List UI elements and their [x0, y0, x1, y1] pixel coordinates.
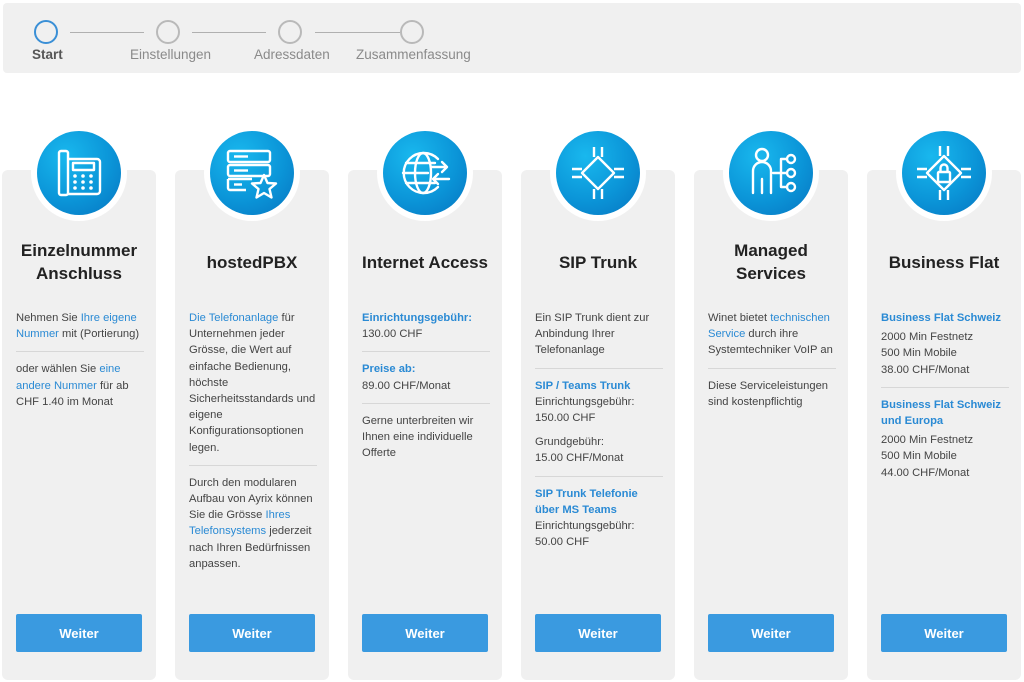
card-description: Ein SIP Trunk dient zur Anbindung Ihrer …: [535, 310, 663, 550]
chip-icon: [572, 147, 624, 199]
card-title: Einzelnummer Anschluss: [20, 241, 138, 283]
card-description: Business Flat Schweiz 2000 Min Festnetz …: [881, 310, 1009, 481]
step-circle: [156, 20, 180, 44]
weiter-button[interactable]: Weiter: [708, 614, 834, 652]
step-label: Start: [32, 47, 63, 62]
product-card-hostedpbx: hostedPBX Die Telefonanlage für Unterneh…: [175, 170, 329, 680]
card-description: Nehmen Sie Ihre eigene Nummer mit (Porti…: [16, 310, 144, 410]
person-network-icon: [751, 147, 797, 195]
setup-fee-label: Einrichtungsgebühr:: [362, 312, 473, 324]
product-card-business-flat: Business Flat Business Flat Schweiz 2000…: [867, 170, 1021, 680]
icon-badge: [896, 125, 992, 221]
card-title: hostedPBX: [206, 252, 298, 272]
card-description: Winet bietet technischen Service durch i…: [708, 310, 836, 410]
desk-phone-icon: [57, 149, 102, 197]
card-title: SIP Trunk: [558, 252, 638, 272]
product-card-internet-access: Internet Access Einrichtungsgebühr: 130.…: [348, 170, 502, 680]
weiter-button[interactable]: Weiter: [535, 614, 661, 652]
card-title: Managed Services: [734, 241, 808, 283]
card-title: Internet Access: [362, 252, 488, 272]
progress-stepper: Start Einstellungen Adressdaten Zusammen…: [3, 3, 1021, 73]
setup-fee-label: Einrichtungsgebühr:: [535, 395, 635, 408]
step-connector: [315, 32, 400, 33]
card-description: Einrichtungsgebühr: 130.00 CHF Preise ab…: [362, 310, 490, 461]
fee-note: Diese Serviceleistungen sind kostenpflic…: [708, 379, 829, 408]
telefonanlage-link[interactable]: Die Telefonanlage: [189, 312, 278, 324]
landline-minutes: 2000 Min Festnetz: [881, 331, 974, 344]
base-fee-label: Grundgebühr:: [535, 436, 605, 449]
price-label: Preise ab:: [362, 363, 416, 376]
chip-lock-icon: [917, 146, 971, 200]
icon-badge: [550, 125, 646, 221]
step-connector: [192, 32, 266, 33]
setup-fee-value: 50.00 CHF: [535, 536, 590, 549]
monthly-price: 38.00 CHF/Monat: [881, 363, 970, 376]
step-circle: [400, 20, 424, 44]
server-star-icon: [226, 149, 278, 199]
setup-fee-label: Einrichtungsgebühr:: [535, 520, 635, 533]
step-connector: [70, 32, 144, 33]
product-card-managed-services: Managed Services Winet bietet technische…: [694, 170, 848, 680]
icon-badge: [723, 125, 819, 221]
flat-europa-heading: Business Flat Schweiz und Europa: [881, 398, 1001, 428]
product-card-sip-trunk: SIP Trunk Ein SIP Trunk dient zur Anbind…: [521, 170, 675, 680]
setup-fee-value: 150.00 CHF: [535, 412, 596, 425]
landline-minutes: 2000 Min Festnetz: [881, 434, 974, 447]
sip-teams-trunk-heading: SIP / Teams Trunk: [535, 379, 631, 392]
flat-schweiz-heading: Business Flat Schweiz: [881, 312, 1001, 324]
intro-text: Ein SIP Trunk dient zur Anbindung Ihrer …: [535, 312, 650, 357]
step-circle: [278, 20, 302, 44]
card-description: Die Telefonanlage für Unternehmen jeder …: [189, 312, 317, 570]
step-label: Adressdaten: [254, 47, 330, 62]
step-label: Einstellungen: [130, 47, 212, 62]
base-fee-value: 15.00 CHF/Monat: [535, 452, 624, 465]
step-circle: [34, 20, 58, 44]
icon-badge: [204, 125, 300, 221]
offer-text: Gerne unterbreiten wir Ihnen eine indivi…: [362, 414, 474, 460]
weiter-button[interactable]: Weiter: [881, 614, 1007, 652]
step-label: Zusammenfassung: [356, 47, 471, 62]
icon-badge: [377, 125, 473, 221]
weiter-button[interactable]: Weiter: [362, 614, 488, 652]
weiter-button[interactable]: Weiter: [189, 614, 315, 652]
icon-badge: [31, 125, 127, 221]
setup-fee-value: 130.00 CHF: [362, 328, 423, 341]
card-title: Business Flat: [888, 252, 1000, 272]
product-card-einzelnummer: Einzelnummer Anschluss Nehmen Sie Ihre e…: [2, 170, 156, 680]
weiter-button[interactable]: Weiter: [16, 614, 142, 652]
monthly-price: 44.00 CHF/Monat: [881, 466, 970, 479]
mobile-minutes: 500 Min Mobile: [881, 450, 957, 463]
ms-teams-heading: SIP Trunk Telefonie über MS Teams: [535, 487, 638, 516]
price-value: 89.00 CHF/Monat: [362, 379, 451, 392]
mobile-minutes: 500 Min Mobile: [881, 347, 957, 360]
globe-arrows-icon: [401, 151, 451, 195]
